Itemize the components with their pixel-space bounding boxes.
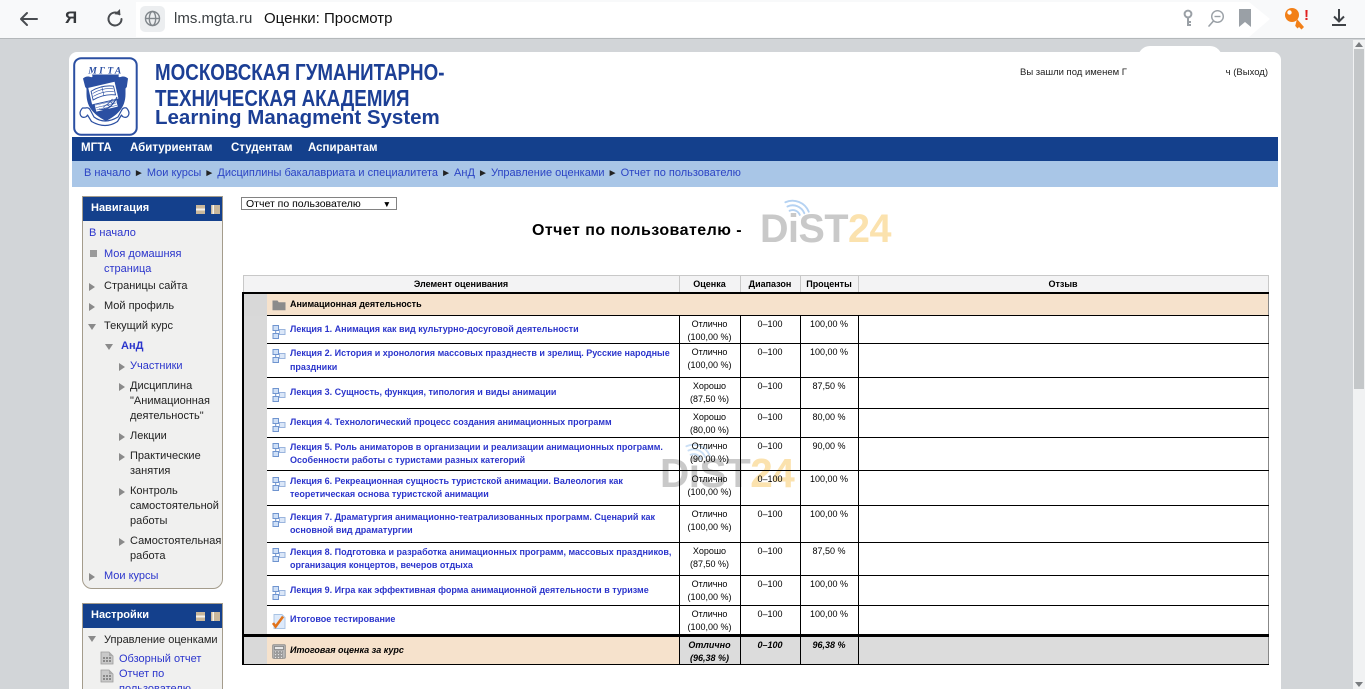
svg-text:!: ! bbox=[1304, 7, 1309, 24]
